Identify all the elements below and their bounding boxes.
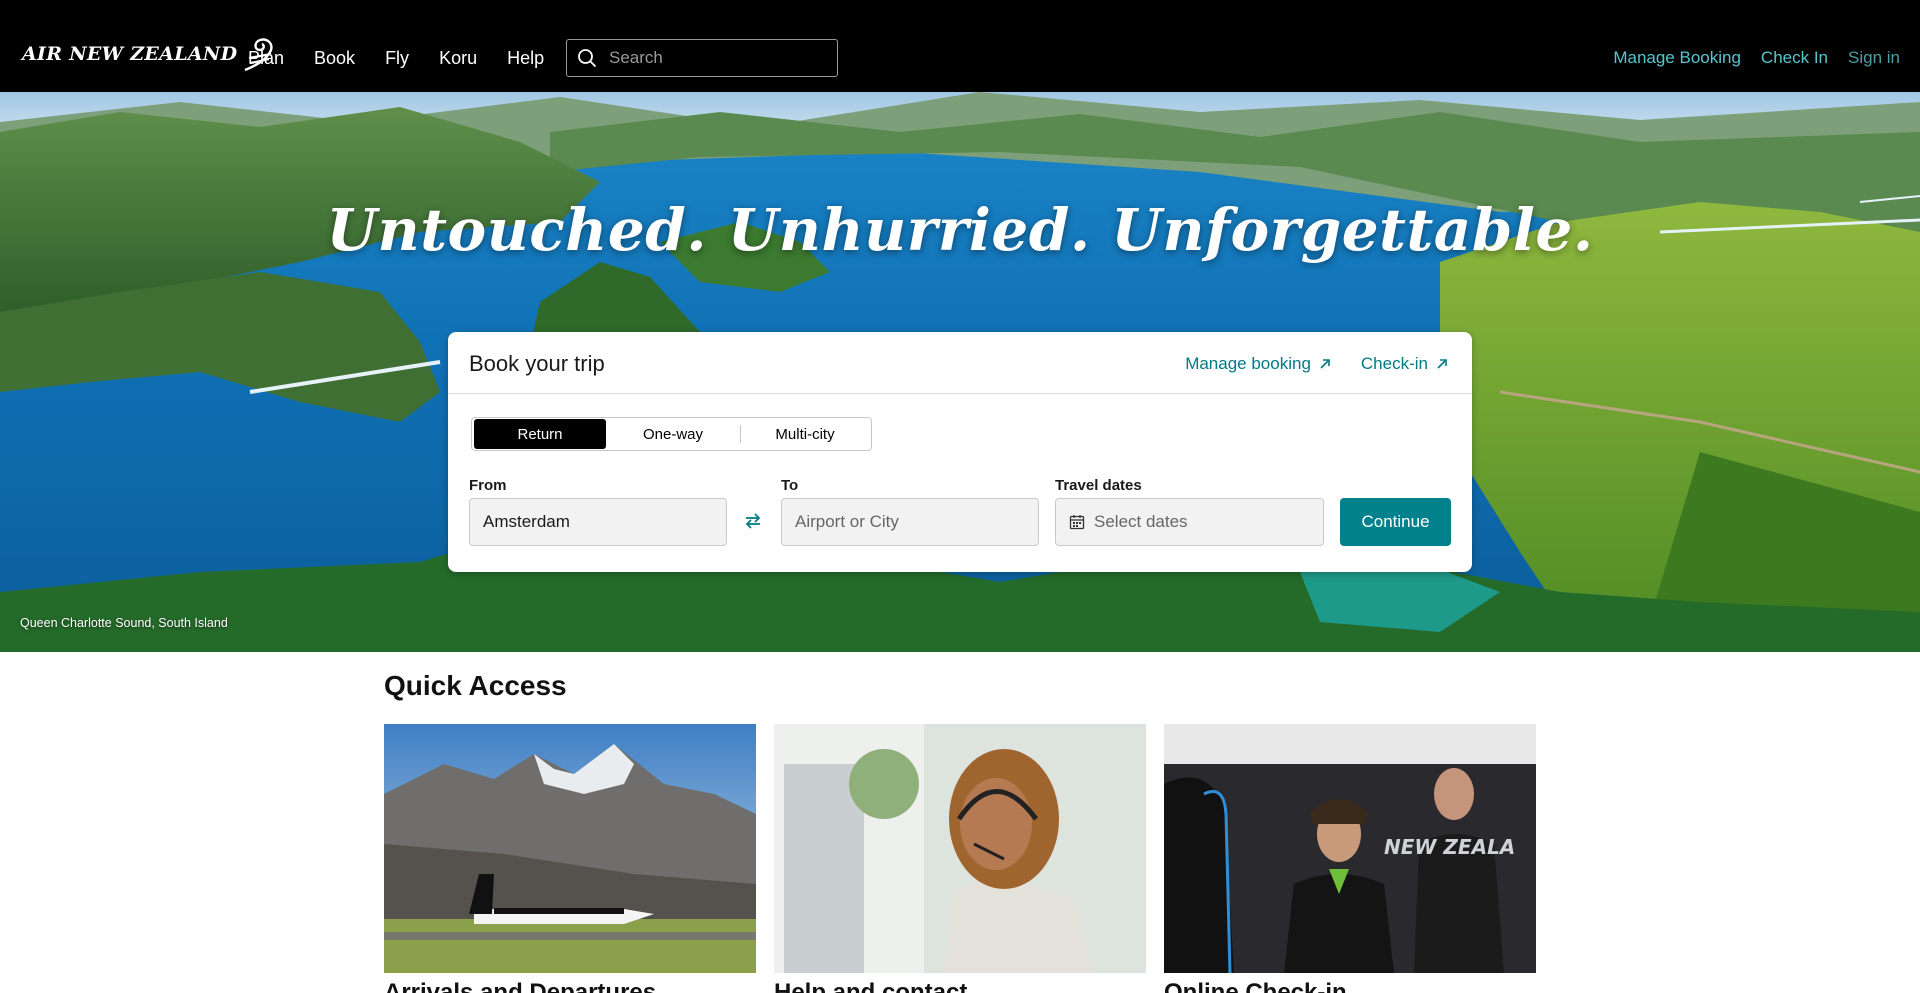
quick-access-tile-arrivals[interactable]: Arrivals and Departures — [384, 724, 756, 993]
check-in-link[interactable]: Check In — [1761, 48, 1828, 68]
nav-plan[interactable]: Plan — [248, 48, 284, 69]
search-box[interactable] — [566, 39, 838, 77]
help-tile-caption: Help and contact — [774, 979, 968, 993]
from-input[interactable] — [483, 512, 726, 532]
travel-dates-label: Travel dates — [1055, 477, 1142, 494]
sign-in-link[interactable]: Sign in — [1848, 48, 1900, 68]
main-nav: Plan Book Fly Koru Help — [248, 48, 574, 69]
arrivals-tile-caption: Arrivals and Departures — [384, 979, 657, 993]
account-links: Manage Booking Check In Sign in — [1593, 48, 1900, 68]
quick-access-title: Quick Access — [384, 670, 567, 701]
external-arrow-icon — [1437, 359, 1447, 369]
trip-type-toggle: Return One-way Multi-city — [471, 417, 872, 451]
booking-card: Book your trip Manage booking Check-in R… — [448, 332, 1472, 572]
search-input[interactable] — [609, 48, 829, 68]
arrivals-tile-image — [384, 724, 756, 973]
booking-card-title: Book your trip — [469, 351, 605, 376]
external-arrow-icon — [1320, 359, 1330, 369]
manage-booking-card-link-label: Manage booking — [1185, 354, 1311, 373]
calendar-icon — [1069, 515, 1085, 530]
from-label: From — [469, 477, 507, 494]
check-in-card-link-label: Check-in — [1360, 354, 1428, 373]
trip-type-one-way[interactable]: One-way — [606, 419, 740, 449]
nav-help[interactable]: Help — [507, 48, 544, 69]
help-tile-image — [774, 724, 1146, 973]
nav-book[interactable]: Book — [314, 48, 355, 69]
quick-access-tile-checkin[interactable]: NEW ZEALA Online Check-in — [1164, 724, 1536, 993]
trip-type-return[interactable]: Return — [474, 419, 606, 449]
trip-type-multi-city[interactable]: Multi-city — [741, 419, 869, 449]
hero-title: Untouched. Unhurried. Unforgettable. — [326, 196, 1594, 264]
to-input[interactable] — [795, 512, 1038, 532]
swap-arrows-icon[interactable] — [744, 512, 762, 530]
travel-dates-input[interactable] — [1094, 512, 1323, 532]
checkin-tile-image: NEW ZEALA — [1164, 724, 1536, 973]
to-label: To — [781, 477, 799, 494]
search-icon — [578, 49, 597, 68]
new-zealand-wall-sign: NEW ZEALA — [1384, 835, 1515, 859]
logo-text: AIR NEW ZEALAND — [22, 43, 238, 65]
manage-booking-link[interactable]: Manage Booking — [1613, 48, 1741, 68]
from-field[interactable] — [469, 498, 727, 546]
nav-fly[interactable]: Fly — [385, 48, 409, 69]
travel-dates-field[interactable] — [1055, 498, 1324, 546]
quick-access-tile-help[interactable]: Help and contact — [774, 724, 1146, 993]
booking-card-links: Manage booking Check-in — [1155, 354, 1448, 374]
nav-koru[interactable]: Koru — [439, 48, 477, 69]
logo[interactable]: AIR NEW ZEALAND — [22, 36, 275, 72]
hero-image-caption: Queen Charlotte Sound, South Island — [20, 616, 228, 630]
booking-card-header: Book your trip Manage booking Check-in — [448, 332, 1472, 394]
checkin-tile-caption: Online Check-in — [1164, 979, 1347, 993]
to-field[interactable] — [781, 498, 1039, 546]
top-header: AIR NEW ZEALAND Plan Book Fly Koru Help … — [0, 0, 1920, 92]
check-in-card-link[interactable]: Check-in — [1361, 354, 1448, 374]
continue-button[interactable]: Continue — [1340, 498, 1451, 546]
manage-booking-card-link[interactable]: Manage booking — [1185, 354, 1331, 374]
